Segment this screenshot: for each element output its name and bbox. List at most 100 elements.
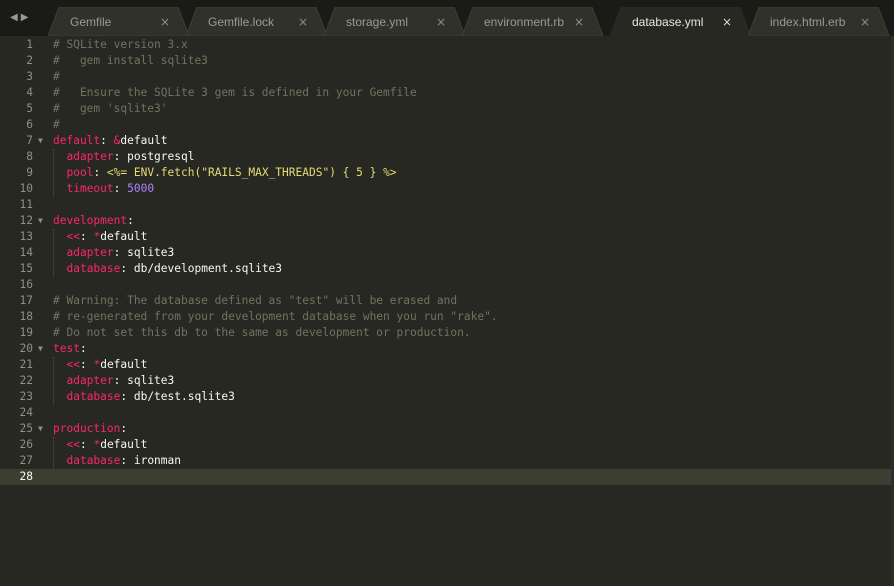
code-token: : — [113, 182, 128, 195]
code-line[interactable]: # Ensure the SQLite 3 gem is defined in … — [53, 85, 417, 101]
code-line[interactable]: database: ironman — [53, 453, 181, 469]
code-token: database — [66, 262, 121, 275]
tab-1[interactable]: Gemfile.lock × — [186, 7, 328, 36]
tab-2[interactable]: storage.yml × — [324, 7, 466, 36]
code-token: pool — [66, 166, 94, 179]
code-token: database — [66, 454, 121, 467]
code-line[interactable]: development: — [53, 213, 134, 229]
code-token: adapter — [66, 150, 114, 163]
code-line[interactable]: test: — [53, 341, 87, 357]
line-number-gutter: 1 2 3 4 5 6 7 ▼ 8 9 10 11 12 ▼ 13 14 15 16 17 18 19 20 ▼ 21 22 23… — [0, 36, 48, 586]
tab-5[interactable]: index.html.erb × — [748, 7, 890, 36]
code-area[interactable]: # SQLite version 3.x # gem install sqlite… — [53, 36, 891, 586]
code-line[interactable]: # gem install sqlite3 — [53, 53, 208, 69]
code-line[interactable]: # — [53, 117, 60, 133]
code-token: # Do not set this db to the same as deve… — [53, 326, 471, 339]
caret-down-icon[interactable]: ▼ — [38, 213, 48, 229]
tab-label: environment.rb — [484, 15, 565, 29]
line-number: 5 — [26, 102, 33, 115]
code-line[interactable]: adapter: sqlite3 — [53, 373, 174, 389]
code-line[interactable]: # — [53, 69, 60, 85]
tab-next-icon[interactable]: ▶ — [21, 11, 29, 25]
code-line[interactable]: database: db/test.sqlite3 — [53, 389, 234, 405]
code-token: : — [79, 358, 94, 371]
code-token: # gem 'sqlite3' — [53, 102, 168, 115]
close-icon[interactable]: × — [298, 15, 308, 29]
code-token: << — [66, 438, 80, 451]
caret-down-icon[interactable]: ▼ — [38, 421, 48, 437]
code-token: : — [79, 230, 94, 243]
tab-prev-icon[interactable]: ◀ — [10, 11, 18, 25]
line-number: 2 — [26, 54, 33, 67]
editor-window: ◀ ▶ Gemfile × Gemfile.lock × storage.yml × env… — [0, 0, 894, 586]
code-line[interactable]: pool: <%= ENV.fetch("RAILS_MAX_THREADS")… — [53, 165, 396, 181]
close-icon[interactable]: × — [160, 15, 170, 29]
line-number: 3 — [26, 70, 33, 83]
tab-4[interactable]: database.yml × — [610, 7, 752, 36]
code-line[interactable]: <<: *default — [53, 357, 147, 373]
code-token: : db/development.sqlite3 — [120, 262, 283, 275]
close-icon[interactable]: × — [574, 15, 584, 29]
code-line[interactable]: <<: *default — [53, 437, 147, 453]
code-token: # gem install sqlite3 — [53, 54, 208, 67]
tab-navigation: ◀ ▶ — [10, 11, 28, 25]
code-line[interactable]: adapter: postgresql — [53, 149, 194, 165]
line-number: 26 — [19, 438, 33, 451]
line-number: 11 — [19, 198, 33, 211]
code-line[interactable]: # re-generated from your development dat… — [53, 309, 498, 325]
line-number: 18 — [19, 310, 33, 323]
close-icon[interactable]: × — [436, 15, 446, 29]
line-number: 16 — [19, 278, 33, 291]
line-number: 27 — [19, 454, 33, 467]
line-number: 20 — [19, 342, 33, 355]
code-token: : — [79, 342, 87, 355]
tab-0[interactable]: Gemfile × — [48, 7, 190, 36]
close-icon[interactable]: × — [860, 15, 870, 29]
tab-3[interactable]: environment.rb × — [462, 7, 604, 36]
code-line[interactable]: production: — [53, 421, 127, 437]
code-line[interactable]: # Warning: The database defined as "test… — [53, 293, 457, 309]
code-token: # Warning: The database defined as "test… — [53, 294, 458, 307]
line-number: 12 — [19, 214, 33, 227]
line-number: 1 — [26, 38, 33, 51]
code-token: : — [79, 438, 94, 451]
code-line[interactable]: database: db/development.sqlite3 — [53, 261, 282, 277]
code-token: default — [100, 358, 148, 371]
close-icon[interactable]: × — [722, 15, 732, 29]
code-line[interactable]: # Do not set this db to the same as deve… — [53, 325, 471, 341]
code-line[interactable]: timeout: 5000 — [53, 181, 154, 197]
code-line[interactable]: default: &default — [53, 133, 168, 149]
code-token: # Ensure the SQLite 3 gem is defined in … — [53, 86, 417, 99]
tab-label: Gemfile.lock — [208, 15, 275, 29]
code-token: # SQLite version 3.x — [53, 38, 188, 51]
code-token: # — [53, 118, 60, 131]
line-number: 23 — [19, 390, 33, 403]
line-number: 15 — [19, 262, 33, 275]
caret-down-icon[interactable]: ▼ — [38, 133, 48, 149]
code-token: : ironman — [120, 454, 181, 467]
code-token: 5000 — [127, 182, 155, 195]
line-number: 25 — [19, 422, 33, 435]
code-line[interactable]: # gem 'sqlite3' — [53, 101, 168, 117]
code-line[interactable]: <<: *default — [53, 229, 147, 245]
code-line[interactable]: # SQLite version 3.x — [53, 37, 188, 53]
code-editor[interactable]: 1 2 3 4 5 6 7 ▼ 8 9 10 11 12 ▼ 13 14 15 16 17 18 19 20 ▼ 21 22 23… — [0, 36, 894, 586]
tab-bar: ◀ ▶ Gemfile × Gemfile.lock × storage.yml × env… — [0, 0, 894, 36]
code-line[interactable]: adapter: sqlite3 — [53, 245, 174, 261]
caret-down-icon[interactable]: ▼ — [38, 341, 48, 357]
tab-label: storage.yml — [346, 15, 409, 29]
line-number: 14 — [19, 246, 33, 259]
code-token: adapter — [66, 374, 114, 387]
tab-label: Gemfile — [70, 15, 112, 29]
code-token: default — [120, 134, 168, 147]
line-number: 8 — [26, 150, 33, 163]
